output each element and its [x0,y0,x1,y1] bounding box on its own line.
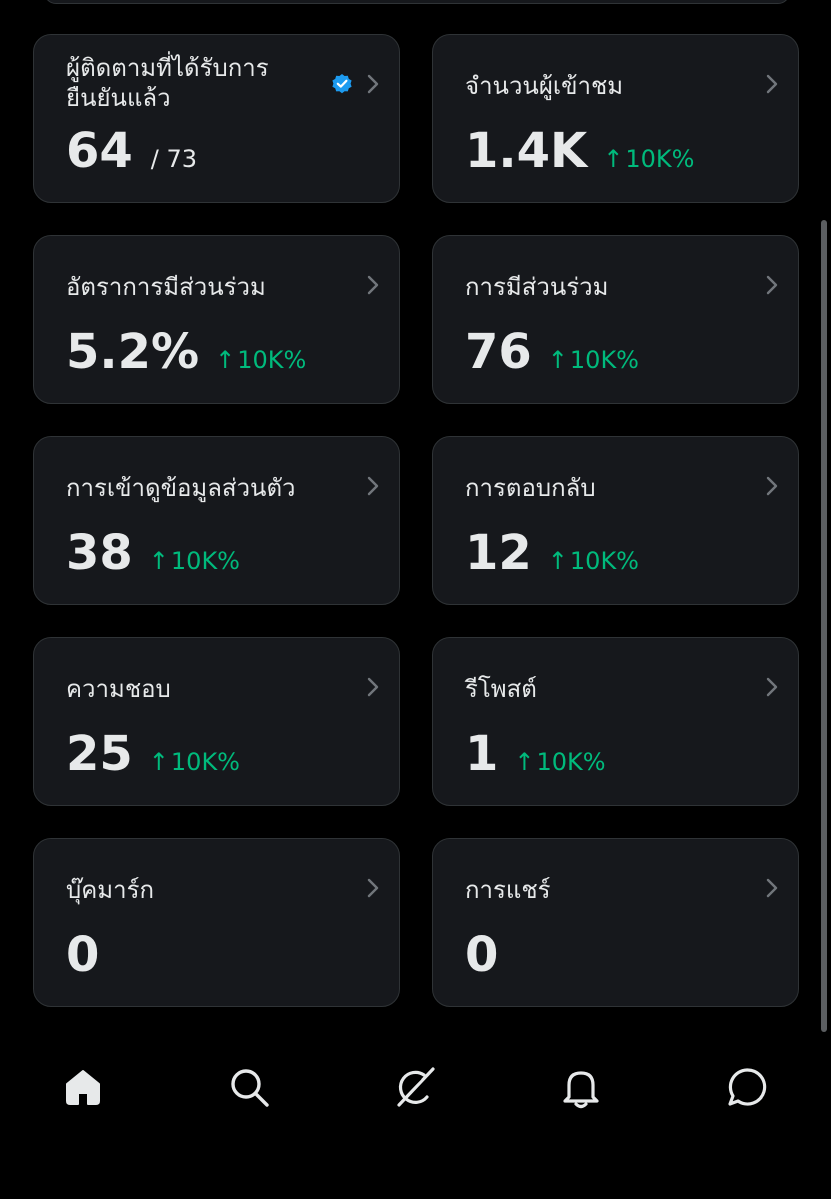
metric-title: รีโพสต์ [465,675,537,703]
chevron-right-icon [766,878,778,898]
metric-value: 12 [465,525,532,581]
metric-change: ↑ 10K% [149,748,240,776]
tab-messages[interactable] [722,1062,772,1112]
messages-icon [728,1068,767,1106]
metric-value: 25 [66,726,133,782]
metric-change: ↑ 10K% [603,145,694,173]
metric-value-row: 76 ↑ 10K% [465,324,639,380]
notifications-icon [563,1071,599,1109]
tab-grok[interactable] [390,1062,440,1112]
metric-change-value: 10K% [625,145,695,173]
metric-change-value: 10K% [170,748,240,776]
metric-title: การมีส่วนร่วม [465,273,609,301]
metric-card-verified-followers[interactable]: ผู้ติดตามที่ได้รับการยืนยันแล้ว 64 / 73 [33,34,400,203]
metric-change: ↑ 10K% [149,547,240,575]
metric-value-row: 1.4K ↑ 10K% [465,123,694,179]
verified-badge-icon [332,74,352,94]
metric-value-row: 12 ↑ 10K% [465,525,639,581]
metric-card-replies[interactable]: การตอบกลับ 12 ↑ 10K% [432,436,799,605]
metric-change-value: 10K% [536,748,606,776]
metric-card-reposts[interactable]: รีโพสต์ 1 ↑ 10K% [432,637,799,806]
metric-value-row: 5.2% ↑ 10K% [66,324,306,380]
previous-card-edge [44,0,790,4]
metric-change: ↑ 10K% [548,547,639,575]
metric-change: ↑ 10K% [514,748,605,776]
chevron-right-icon [367,878,379,898]
up-arrow-icon: ↑ [547,346,568,374]
metric-value-row: 38 ↑ 10K% [66,525,240,581]
metric-value-row: 64 / 73 [66,123,197,179]
metric-value: 1.4K [465,123,588,179]
metric-value: 0 [465,927,499,983]
metric-title: อัตราการมีส่วนร่วม [66,273,266,301]
metric-card-engagements[interactable]: การมีส่วนร่วม 76 ↑ 10K% [432,235,799,404]
metric-value-row: 25 ↑ 10K% [66,726,240,782]
chevron-right-icon [766,74,778,94]
metric-change: ↑ 10K% [215,346,306,374]
up-arrow-icon: ↑ [148,547,169,575]
metric-title: บุ๊คมาร์ก [66,876,155,904]
tab-home[interactable] [58,1062,108,1112]
metric-card-shares[interactable]: การแชร์ 0 [432,838,799,1007]
chevron-right-icon [367,275,379,295]
metric-total: / 73 [150,145,198,173]
metric-card-profile-visits[interactable]: การเข้าดูข้อมูลส่วนตัว 38 ↑ 10K% [33,436,400,605]
metric-change-value: 10K% [237,346,307,374]
metric-change: ↑ 10K% [548,346,639,374]
up-arrow-icon: ↑ [148,748,169,776]
metric-value-row: 1 ↑ 10K% [465,726,606,782]
up-arrow-icon: ↑ [215,346,236,374]
chevron-right-icon [367,677,379,697]
metric-change-value: 10K% [170,547,240,575]
metric-value-row: 0 [465,927,498,983]
chevron-right-icon [766,677,778,697]
metric-title: การเข้าดูข้อมูลส่วนตัว [66,474,296,502]
tab-notifications[interactable] [556,1062,606,1112]
up-arrow-icon: ↑ [547,547,568,575]
bottom-tab-bar [0,1040,831,1140]
metric-card-likes[interactable]: ความชอบ 25 ↑ 10K% [33,637,400,806]
metric-title: การตอบกลับ [465,474,596,502]
search-icon [231,1069,269,1107]
metric-title: จำนวนผู้เข้าชม [465,72,624,100]
chevron-right-icon [766,476,778,496]
metric-value: 1 [465,726,499,782]
home-icon [66,1070,100,1105]
metric-value: 5.2% [66,324,200,380]
metric-card-engagement-rate[interactable]: อัตราการมีส่วนร่วม 5.2% ↑ 10K% [33,235,400,404]
grok-icon [397,1067,435,1107]
metrics-grid: ผู้ติดตามที่ได้รับการยืนยันแล้ว 64 / 73 … [33,34,799,1007]
metric-value: 76 [465,324,532,380]
metric-title: การแชร์ [465,876,551,904]
metric-title: ผู้ติดตามที่ได้รับการยืนยันแล้ว [66,54,269,112]
chevron-right-icon [367,74,379,94]
metric-value: 64 [66,123,133,179]
up-arrow-icon: ↑ [514,748,535,776]
scrollbar[interactable] [821,220,827,1032]
metric-change-value: 10K% [569,346,639,374]
chevron-right-icon [766,275,778,295]
tab-search[interactable] [224,1062,274,1112]
metric-value: 38 [66,525,133,581]
metric-card-bookmarks[interactable]: บุ๊คมาร์ก 0 [33,838,400,1007]
metric-title: ความชอบ [66,675,171,703]
chevron-right-icon [367,476,379,496]
metric-change-value: 10K% [569,547,639,575]
metric-value-row: 0 [66,927,99,983]
metric-card-impressions[interactable]: จำนวนผู้เข้าชม 1.4K ↑ 10K% [432,34,799,203]
metric-value: 0 [66,927,100,983]
up-arrow-icon: ↑ [603,145,624,173]
